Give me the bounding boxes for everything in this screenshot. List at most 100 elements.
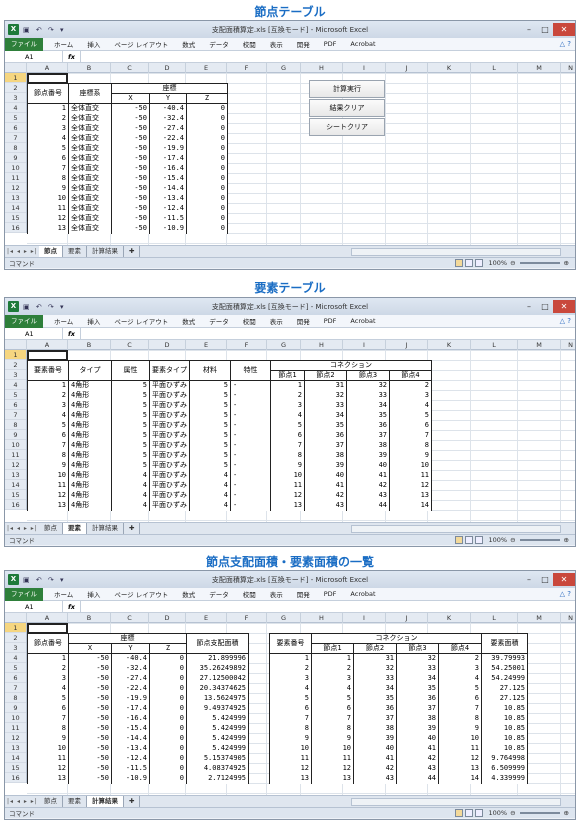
normal-view-icon[interactable] [454,259,463,267]
material[interactable]: 5 [189,450,231,461]
coord-x[interactable]: -50 [111,153,150,164]
coord-z[interactable]: 0 [186,123,228,134]
ribbon-tab-10[interactable]: Acrobat [350,40,375,48]
elem-area[interactable]: 39.79993 [481,653,528,664]
ribbon-tab-3[interactable]: ページ レイアウト [114,589,168,599]
row-header-3[interactable]: 3 [5,370,26,380]
coord-y[interactable]: -10.9 [111,773,150,784]
coord-y[interactable]: -14.4 [111,733,150,744]
elem-area[interactable]: 54.24999 [481,673,528,684]
close-icon[interactable]: ✕ [553,23,575,36]
node-4[interactable]: 10 [389,460,432,471]
column-header-l[interactable]: L [471,613,518,623]
row-header-11[interactable]: 11 [5,723,26,733]
row-header-16[interactable]: 16 [5,500,26,510]
row-header-1[interactable]: 1 [5,350,26,360]
row-header-9[interactable]: 9 [5,430,26,440]
node-3[interactable]: 38 [346,440,390,451]
elem-type-shape[interactable]: 4角形 [68,400,112,411]
node-no[interactable]: 5 [27,693,69,704]
elem-type[interactable]: 平面ひずみ [149,450,190,461]
row-header-5[interactable]: 5 [5,390,26,400]
node-2[interactable]: 38 [304,450,347,461]
node-2[interactable]: 36 [304,430,347,441]
ribbon-tab-6[interactable]: 校閲 [243,589,256,599]
sheet-nav-icons[interactable]: |◂ ◂ ▸ ▸| [5,248,39,255]
worksheet-grid[interactable]: ABCDEFGHIJKLMN 1 2 3 4 5 6 7 8 9 10 11 12 13 14 15 16 要… [5,340,575,522]
coord-z[interactable]: 0 [149,743,187,754]
node-no[interactable]: 1 [27,103,69,114]
attr[interactable]: 5 [111,400,150,411]
coord-y[interactable]: -19.9 [149,143,187,154]
minimize-icon[interactable]: – [521,573,537,586]
row-header-13[interactable]: 13 [5,743,26,753]
material[interactable]: 5 [189,400,231,411]
coord-z[interactable]: 0 [149,713,187,724]
column-header-i[interactable]: I [343,63,386,73]
node-2[interactable]: 43 [304,500,347,511]
elem-no[interactable]: 5 [27,420,69,431]
coord-z[interactable]: 0 [149,653,187,664]
node-area[interactable]: 35.26249892 [186,663,249,674]
elem-no[interactable]: 12 [269,763,312,774]
node-no[interactable]: 6 [27,703,69,714]
node-1[interactable]: 1 [270,380,305,391]
coord-x[interactable]: -50 [111,173,150,184]
sheet-nav-icons[interactable]: |◂ ◂ ▸ ▸| [5,525,39,532]
help-icon[interactable]: △ ? [560,590,571,598]
material[interactable]: 5 [189,410,231,421]
node-2[interactable]: 39 [353,733,397,744]
node-4[interactable]: 5 [438,683,482,694]
node-3[interactable]: 39 [346,450,390,461]
select-all-corner[interactable] [5,613,27,623]
column-header-d[interactable]: D [149,613,186,623]
material[interactable]: 5 [189,380,231,391]
node-1[interactable]: 12 [311,763,354,774]
ribbon-tab-1[interactable]: ホーム [54,39,73,49]
row-header-6[interactable]: 6 [5,123,26,133]
node-1[interactable]: 6 [270,430,305,441]
ribbon-tab-2[interactable]: 挿入 [87,39,100,49]
node-3[interactable]: 43 [396,763,439,774]
elem-area[interactable]: 54.25001 [481,663,528,674]
elem-type[interactable]: 平面ひずみ [149,440,190,451]
node-1[interactable]: 4 [311,683,354,694]
node-no[interactable]: 11 [27,203,69,214]
column-header-c[interactable]: C [111,63,149,73]
column-header-c[interactable]: C [111,613,149,623]
node-4[interactable]: 3 [389,390,432,401]
coord-z[interactable]: 0 [149,693,187,704]
insert-sheet-icon[interactable]: ✚ [124,523,141,534]
calc-button[interactable]: 計算実行 [309,80,385,98]
node-3[interactable]: 44 [346,500,390,511]
node-1[interactable]: 2 [270,390,305,401]
node-2[interactable]: 32 [353,663,397,674]
elem-no[interactable]: 11 [27,480,69,491]
elem-no[interactable]: 11 [269,753,312,764]
column-header-l[interactable]: L [471,340,518,350]
node-3[interactable]: 33 [396,663,439,674]
row-header-11[interactable]: 11 [5,450,26,460]
coord-z[interactable]: 0 [186,113,228,124]
sheet-tab-0[interactable]: 節点 [39,796,63,807]
column-header-e[interactable]: E [186,613,227,623]
sheet-tab-2[interactable]: 計算結果 [87,523,124,534]
node-no[interactable]: 2 [27,113,69,124]
elem-type-shape[interactable]: 4角形 [68,500,112,511]
row-header-12[interactable]: 12 [5,733,26,743]
row-header-3[interactable]: 3 [5,643,26,653]
select-all-corner[interactable] [5,63,27,73]
elem-no[interactable]: 6 [27,430,69,441]
row-header-9[interactable]: 9 [5,153,26,163]
coord-x[interactable]: -50 [68,713,112,724]
node-4[interactable]: 9 [389,450,432,461]
zoom-slider[interactable] [519,262,560,264]
coord-x[interactable]: -50 [68,653,112,664]
row-header-10[interactable]: 10 [5,440,26,450]
row-header-13[interactable]: 13 [5,193,26,203]
row-header-14[interactable]: 14 [5,480,26,490]
node-4[interactable]: 14 [389,500,432,511]
row-header-15[interactable]: 15 [5,763,26,773]
column-header-e[interactable]: E [186,63,227,73]
sheet-tab-2[interactable]: 計算結果 [87,246,124,257]
